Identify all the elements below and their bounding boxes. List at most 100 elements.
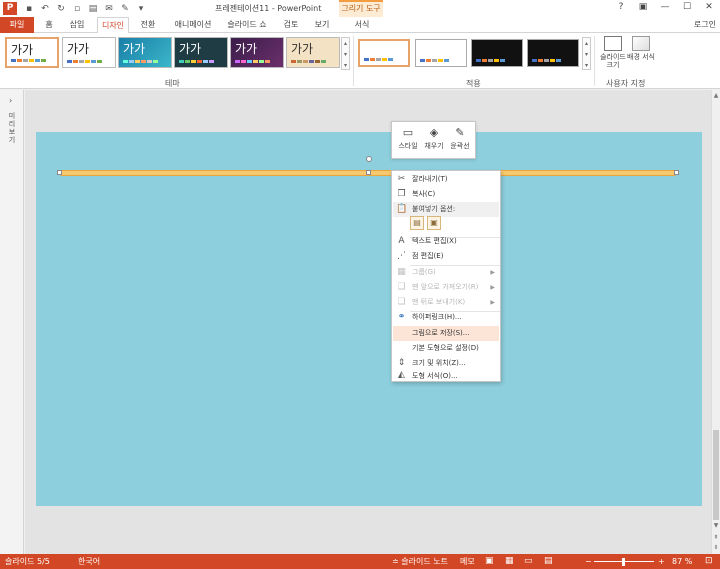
open-icon[interactable]: ▤ xyxy=(88,4,98,14)
variant-gallery-scroll[interactable]: ▴ ▾ ▾ xyxy=(582,37,591,70)
theme-thumbnail-3[interactable]: 가가 xyxy=(118,37,172,68)
undo-icon[interactable]: ↶ xyxy=(40,4,50,14)
title-bar: P ▪ ↶ ↻ ▫ ▤ ✉ ✎ ▾ 프레젠테이션11 - PowerPoint … xyxy=(0,0,720,17)
menu-item-edit-text[interactable]: A 텍스트 편집(X) xyxy=(393,234,499,249)
zoom-slider-knob[interactable] xyxy=(622,558,625,566)
resize-handle-right[interactable] xyxy=(674,170,679,175)
slide-sorter-icon[interactable]: ▦ xyxy=(505,554,514,569)
theme-gallery-scroll[interactable]: ▴ ▾ ▾ xyxy=(341,37,350,70)
menu-item-size-position[interactable]: ⇕ 크기 및 위치(Z)... xyxy=(393,356,499,371)
notes-button[interactable]: ≐ 슬라이드 노트 xyxy=(392,554,448,569)
next-slide-icon[interactable]: ⇟ xyxy=(712,544,720,552)
theme-thumbnail-2[interactable]: 가가 xyxy=(62,37,116,68)
thumbnail-pane-label: 미리 보기 xyxy=(8,112,16,144)
rotation-handle[interactable] xyxy=(366,156,372,162)
variant-thumbnail-1[interactable] xyxy=(358,39,410,67)
resize-handle-middle[interactable] xyxy=(366,170,371,175)
paste-keep-source-icon[interactable]: ▤ xyxy=(410,216,424,230)
paste-as-picture-icon[interactable]: ▣ xyxy=(427,216,441,230)
menu-item-cut[interactable]: ✂ 잘라내기(T) xyxy=(393,172,499,187)
submenu-arrow-icon: ▶ xyxy=(490,284,495,291)
mini-toolbar: ▭ 스타일 ◈ 채우기 ✎ 윤곽선 xyxy=(391,121,476,159)
reading-view-icon[interactable]: ▭ xyxy=(524,554,533,569)
tab-home[interactable]: 홈 xyxy=(42,17,56,33)
help-icon[interactable]: ? xyxy=(610,0,632,15)
tab-transitions[interactable]: 전환 xyxy=(137,17,159,33)
customize-icon[interactable]: ▾ xyxy=(136,4,146,14)
scroll-up-icon[interactable]: ▲ xyxy=(712,92,720,100)
bring-to-front-icon: ❏ xyxy=(397,282,406,292)
vertical-scrollbar[interactable]: ▲ ▼ ⇞ ⇟ xyxy=(711,90,720,554)
language-indicator[interactable]: 한국어 xyxy=(78,554,100,569)
save-icon[interactable]: ▪ xyxy=(24,4,34,14)
tab-view[interactable]: 보기 xyxy=(311,17,333,33)
menu-item-hyperlink[interactable]: ⚭ 하이퍼링크(H)... xyxy=(393,310,499,325)
theme-thumbnail-office[interactable]: 가가 xyxy=(5,37,59,68)
outline-pen-icon: ✎ xyxy=(455,126,465,139)
scroll-down-icon[interactable]: ▼ xyxy=(712,522,720,530)
menu-item-format-shape[interactable]: ◭ 도형 서식(O)... xyxy=(393,370,499,382)
zoom-out-button[interactable]: − xyxy=(585,554,592,569)
powerpoint-app-icon[interactable]: P xyxy=(3,2,17,15)
style-button[interactable]: ▭ 스타일 xyxy=(395,125,421,151)
new-icon[interactable]: ▫ xyxy=(72,4,82,14)
outline-button[interactable]: ✎ 윤곽선 xyxy=(447,125,473,151)
expand-pane-icon[interactable]: › xyxy=(9,96,12,105)
zoom-level[interactable]: 87 % xyxy=(672,554,692,569)
fill-button[interactable]: ◈ 채우기 xyxy=(421,125,447,151)
variant-thumbnail-3[interactable] xyxy=(471,39,523,67)
scrollbar-thumb[interactable] xyxy=(713,430,719,520)
tab-animations[interactable]: 애니메이션 xyxy=(170,17,216,33)
tab-design[interactable]: 디자인 xyxy=(97,17,129,34)
resize-handle-left[interactable] xyxy=(57,170,62,175)
draw-icon[interactable]: ✎ xyxy=(120,4,130,14)
redo-icon[interactable]: ↻ xyxy=(56,4,66,14)
hyperlink-icon: ⚭ xyxy=(397,312,406,322)
fill-bucket-icon: ◈ xyxy=(429,126,439,139)
slide-thumbnail-pane-collapsed[interactable]: › 미리 보기 xyxy=(0,90,24,554)
close-icon[interactable]: ✕ xyxy=(698,0,720,15)
menu-item-set-default-shape[interactable]: 기본 도형으로 설정(D) xyxy=(393,341,499,356)
variant-thumbnail-4[interactable] xyxy=(527,39,579,67)
tab-review[interactable]: 검토 xyxy=(280,17,302,33)
comments-button[interactable]: 메모 xyxy=(460,554,475,569)
window-controls: ? ▣ — ☐ ✕ xyxy=(610,0,720,15)
format-background-icon xyxy=(632,36,650,51)
fit-slide-icon[interactable]: ⊡ xyxy=(705,554,713,569)
window-title: 프레젠테이션11 - PowerPoint xyxy=(215,4,322,13)
menu-item-save-as-picture[interactable]: 그림으로 저장(S)... xyxy=(393,326,499,341)
paste-icon: 📋 xyxy=(396,204,408,214)
tab-insert[interactable]: 삽입 xyxy=(66,17,88,33)
slide-canvas[interactable] xyxy=(36,132,702,506)
minimize-icon[interactable]: — xyxy=(654,0,676,15)
zoom-in-button[interactable]: + xyxy=(658,554,665,569)
tab-file[interactable]: 파일 xyxy=(0,17,34,33)
menu-item-group[interactable]: ▦ 그룹(G) ▶ xyxy=(393,265,499,280)
variant-thumbnail-2[interactable] xyxy=(415,39,467,67)
customize-group-label: 사용자 지정 xyxy=(606,79,646,88)
menu-item-paste-options: 📋 붙여넣기 옵션: xyxy=(393,202,499,217)
theme-thumbnail-4[interactable]: 가가 xyxy=(174,37,228,68)
shape-style-icon: ▭ xyxy=(402,126,414,139)
normal-view-icon[interactable]: ▣ xyxy=(485,554,494,569)
format-background-button[interactable]: 배경 서식 xyxy=(626,36,656,61)
ribbon-tab-bar: 파일 홈 삽입 디자인 전환 애니메이션 슬라이드 쇼 검토 보기 서식 xyxy=(0,17,720,34)
email-icon[interactable]: ✉ xyxy=(104,4,114,14)
tab-format[interactable]: 서식 xyxy=(349,17,375,33)
previous-slide-icon[interactable]: ⇞ xyxy=(712,534,720,542)
ribbon-display-icon[interactable]: ▣ xyxy=(632,0,654,15)
ribbon-separator xyxy=(594,36,595,86)
menu-item-bring-to-front[interactable]: ❏ 맨 앞으로 가져오기(R) ▶ xyxy=(393,280,499,295)
format-shape-icon: ◭ xyxy=(398,370,405,380)
slideshow-view-icon[interactable]: ▤ xyxy=(544,554,553,569)
menu-item-send-to-back[interactable]: ❏ 맨 뒤로 보내기(K) ▶ xyxy=(393,295,499,310)
submenu-arrow-icon: ▶ xyxy=(490,299,495,306)
tab-slideshow[interactable]: 슬라이드 쇼 xyxy=(224,17,270,33)
menu-item-copy[interactable]: ❐ 복사(C) xyxy=(393,187,499,202)
theme-thumbnail-6[interactable]: 가가 xyxy=(286,37,340,68)
sign-in-link[interactable]: 로그인 xyxy=(694,17,716,33)
maximize-icon[interactable]: ☐ xyxy=(676,0,698,15)
theme-thumbnail-5[interactable]: 가가 xyxy=(230,37,284,68)
slide-size-button[interactable]: 슬라이드 크기 xyxy=(598,36,628,69)
menu-item-edit-points[interactable]: ⋰ 점 편집(E) xyxy=(393,249,499,264)
